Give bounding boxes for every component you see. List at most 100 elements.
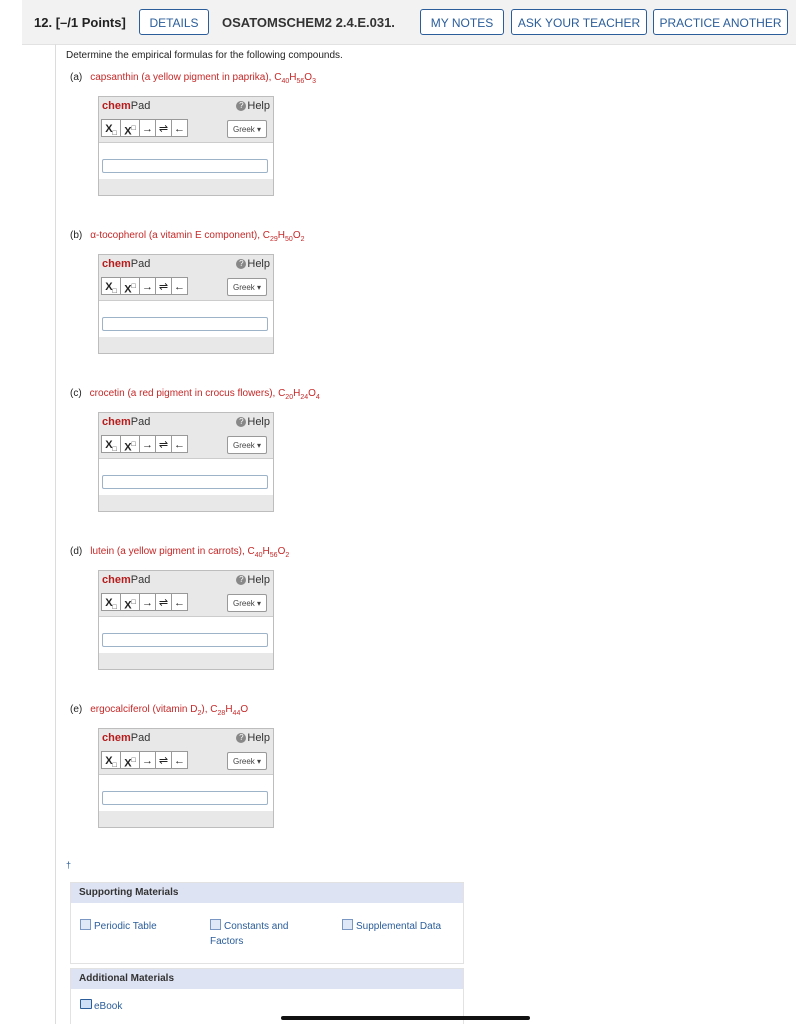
chempad-toolbar: X□ X□ → ⇌ ← bbox=[101, 593, 188, 613]
answer-input[interactable] bbox=[102, 633, 268, 647]
help-link[interactable]: ? Help bbox=[236, 100, 270, 112]
help-link[interactable]: ? Help bbox=[236, 416, 270, 428]
right-arrow-button[interactable]: → bbox=[139, 751, 156, 769]
chempad-c: chemPad? Help X□ X□ → ⇌ ← Greek ▾ bbox=[98, 412, 274, 512]
left-arrow-button[interactable]: ← bbox=[171, 435, 188, 453]
equilibrium-arrow-button[interactable]: ⇌ bbox=[155, 277, 172, 295]
help-icon: ? bbox=[236, 259, 247, 269]
answer-input[interactable] bbox=[102, 791, 268, 805]
part-b-prompt: (b) α-tocopherol (a vitamin E component),… bbox=[70, 230, 305, 243]
superscript-button[interactable]: X□ bbox=[120, 277, 140, 296]
part-label: (a) bbox=[70, 72, 83, 83]
right-arrow-button[interactable]: → bbox=[139, 435, 156, 453]
document-icon bbox=[342, 919, 353, 930]
equilibrium-arrow-button[interactable]: ⇌ bbox=[155, 593, 172, 611]
help-icon: ? bbox=[236, 101, 247, 111]
part-text: ergocalciferol (vitamin D2), C28H44O bbox=[90, 704, 249, 717]
chempad-e: chemPad? Help X□ X□ → ⇌ ← Greek ▾ bbox=[98, 728, 274, 828]
subscript-button[interactable]: X□ bbox=[101, 593, 121, 611]
chempad-toolbar: X□ X□ → ⇌ ← bbox=[101, 751, 188, 771]
chempad-title: chemPad bbox=[102, 258, 151, 270]
subscript-button[interactable]: X□ bbox=[101, 277, 121, 295]
greek-dropdown[interactable]: Greek ▾ bbox=[227, 436, 267, 454]
chempad-b: chemPad? Help X□ X□ → ⇌ ← Greek ▾ bbox=[98, 254, 274, 354]
equilibrium-arrow-button[interactable]: ⇌ bbox=[155, 119, 172, 137]
left-arrow-button[interactable]: ← bbox=[171, 751, 188, 769]
periodic-table-link[interactable]: Periodic Table bbox=[80, 919, 157, 932]
question-intro: Determine the empirical formulas for the… bbox=[66, 50, 343, 61]
left-arrow-button[interactable]: ← bbox=[171, 119, 188, 137]
chempad-d: chemPad? Help X□ X□ → ⇌ ← Greek ▾ bbox=[98, 570, 274, 670]
left-divider bbox=[55, 44, 56, 1024]
document-icon bbox=[80, 919, 91, 930]
greek-dropdown[interactable]: Greek ▾ bbox=[227, 594, 267, 612]
chempad-answer-area bbox=[99, 301, 273, 337]
part-label: (c) bbox=[70, 388, 82, 399]
greek-dropdown[interactable]: Greek ▾ bbox=[227, 278, 267, 296]
left-arrow-button[interactable]: ← bbox=[171, 277, 188, 295]
subscript-button[interactable]: X□ bbox=[101, 119, 121, 137]
right-arrow-button[interactable]: → bbox=[139, 593, 156, 611]
equilibrium-arrow-button[interactable]: ⇌ bbox=[155, 751, 172, 769]
part-label: (e) bbox=[70, 704, 83, 715]
chempad-toolbar: X□ X□ → ⇌ ← bbox=[101, 119, 188, 139]
question-header: 12. [–/1 Points] DETAILS OSATOMSCHEM2 2.… bbox=[22, 0, 796, 45]
help-link[interactable]: ? Help bbox=[236, 732, 270, 744]
right-arrow-button[interactable]: → bbox=[139, 277, 156, 295]
chempad-title: chemPad bbox=[102, 100, 151, 112]
my-notes-button[interactable]: MY NOTES bbox=[420, 9, 504, 35]
greek-dropdown[interactable]: Greek ▾ bbox=[227, 120, 267, 138]
part-a-prompt: (a) capsanthin (a yellow pigment in papri… bbox=[70, 72, 316, 85]
chempad-toolbar: X□ X□ → ⇌ ← bbox=[101, 277, 188, 297]
answer-input[interactable] bbox=[102, 159, 268, 173]
book-icon bbox=[80, 999, 92, 1009]
additional-materials-title: Additional Materials bbox=[71, 969, 463, 989]
supplemental-data-link[interactable]: Supplemental Data bbox=[342, 919, 441, 932]
dagger-mark: † bbox=[66, 860, 72, 870]
help-icon: ? bbox=[236, 733, 247, 743]
part-text: crocetin (a red pigment in crocus flower… bbox=[89, 388, 320, 401]
chempad-title: chemPad bbox=[102, 732, 151, 744]
document-icon bbox=[210, 919, 221, 930]
greek-dropdown[interactable]: Greek ▾ bbox=[227, 752, 267, 770]
part-text: capsanthin (a yellow pigment in paprika)… bbox=[90, 72, 316, 85]
subscript-button[interactable]: X□ bbox=[101, 435, 121, 453]
practice-another-button[interactable]: PRACTICE ANOTHER bbox=[653, 9, 788, 35]
left-arrow-button[interactable]: ← bbox=[171, 593, 188, 611]
part-d-prompt: (d) lutein (a yellow pigment in carrots),… bbox=[70, 546, 289, 559]
help-link[interactable]: ? Help bbox=[236, 574, 270, 586]
chempad-answer-area bbox=[99, 143, 273, 179]
chempad-answer-area bbox=[99, 617, 273, 653]
part-text: α-tocopherol (a vitamin E component), C2… bbox=[90, 230, 305, 243]
ebook-link[interactable]: eBook bbox=[80, 999, 122, 1012]
supporting-materials-panel: Supporting Materials Periodic Table Cons… bbox=[70, 882, 464, 964]
subscript-button[interactable]: X□ bbox=[101, 751, 121, 769]
chempad-toolbar: X□ X□ → ⇌ ← bbox=[101, 435, 188, 455]
ask-your-teacher-button[interactable]: ASK YOUR TEACHER bbox=[511, 9, 647, 35]
help-link[interactable]: ? Help bbox=[236, 258, 270, 270]
chempad-answer-area bbox=[99, 459, 273, 495]
question-number: 12. [–/1 Points] bbox=[34, 15, 126, 30]
question-code: OSATOMSCHEM2 2.4.E.031. bbox=[222, 15, 395, 30]
answer-input[interactable] bbox=[102, 317, 268, 331]
details-button[interactable]: DETAILS bbox=[139, 9, 209, 35]
part-label: (d) bbox=[70, 546, 83, 557]
part-e-prompt: (e) ergocalciferol (vitamin D2), C28H44O bbox=[70, 704, 248, 717]
part-text: lutein (a yellow pigment in carrots), C4… bbox=[90, 546, 290, 559]
part-label: (b) bbox=[70, 230, 83, 241]
chempad-title: chemPad bbox=[102, 416, 151, 428]
part-c-prompt: (c) crocetin (a red pigment in crocus flo… bbox=[70, 388, 320, 401]
chempad-a: chemPad? Help X□ X□ → ⇌ ← Greek ▾ bbox=[98, 96, 274, 196]
help-icon: ? bbox=[236, 417, 247, 427]
superscript-button[interactable]: X□ bbox=[120, 119, 140, 138]
equilibrium-arrow-button[interactable]: ⇌ bbox=[155, 435, 172, 453]
superscript-button[interactable]: X□ bbox=[120, 435, 140, 454]
constants-and-factors-link[interactable]: Constants and Factors bbox=[210, 919, 310, 949]
home-indicator bbox=[281, 1016, 530, 1020]
supporting-materials-title: Supporting Materials bbox=[71, 883, 463, 903]
right-arrow-button[interactable]: → bbox=[139, 119, 156, 137]
answer-input[interactable] bbox=[102, 475, 268, 489]
superscript-button[interactable]: X□ bbox=[120, 593, 140, 612]
chempad-title: chemPad bbox=[102, 574, 151, 586]
superscript-button[interactable]: X□ bbox=[120, 751, 140, 770]
